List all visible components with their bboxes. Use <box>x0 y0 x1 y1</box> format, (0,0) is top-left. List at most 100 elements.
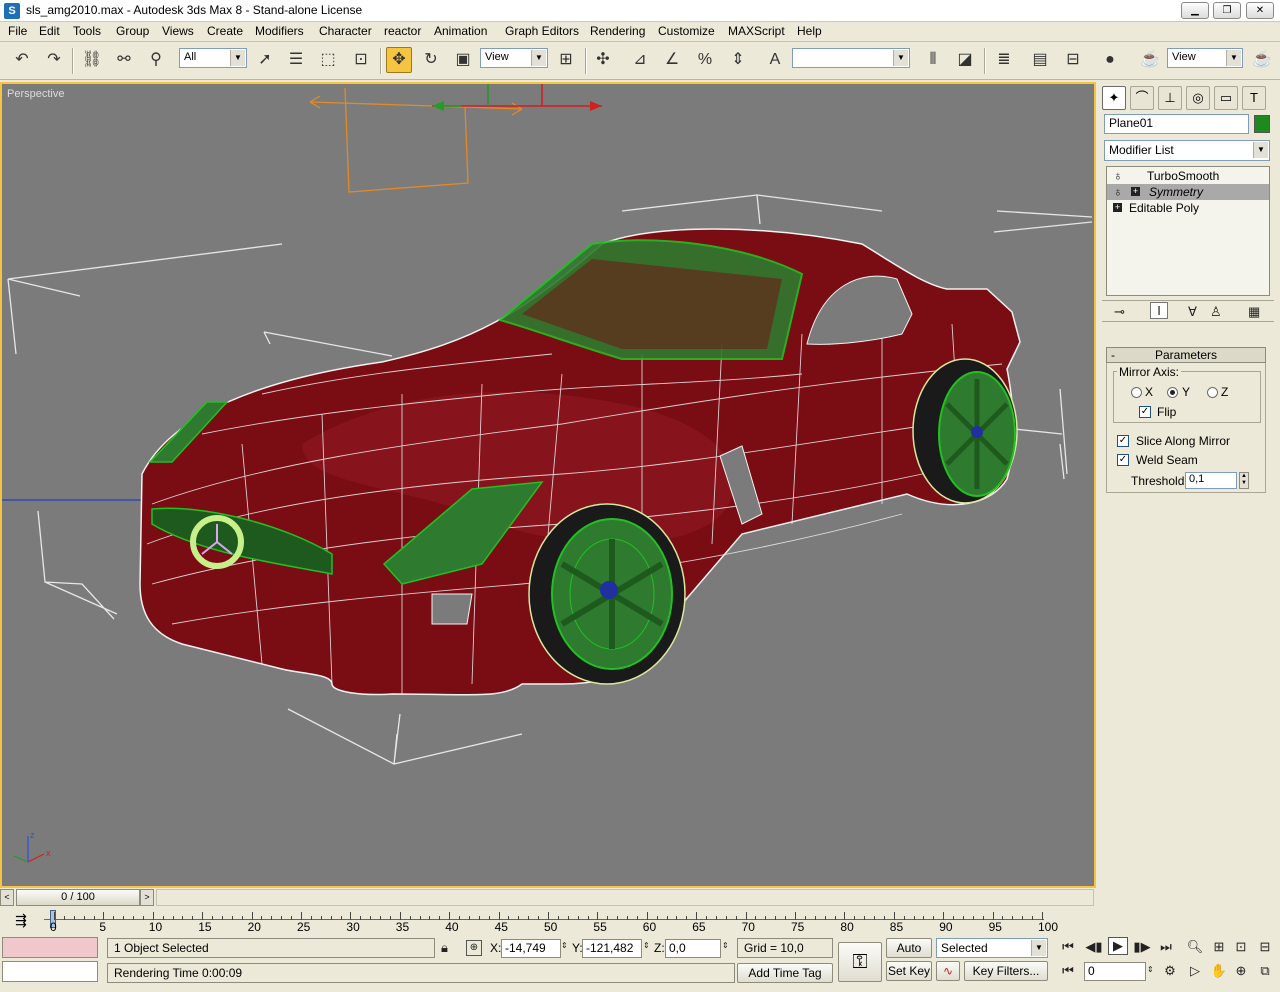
percent-snap-icon[interactable]: % <box>692 47 718 73</box>
key-tangent-icon[interactable]: ∿ <box>936 961 960 981</box>
quick-render-icon[interactable]: ☕ <box>1249 47 1275 73</box>
auto-key-button[interactable]: Auto Key <box>886 938 932 973</box>
time-slider-track[interactable] <box>156 889 1094 906</box>
expand-icon[interactable]: + <box>1113 203 1122 212</box>
z-coordinate-field[interactable]: 0,0 <box>665 939 721 958</box>
absolute-mode-icon[interactable]: ⊕ <box>466 940 482 956</box>
pan-icon[interactable]: ✋ <box>1210 963 1228 979</box>
spinner-snap-icon[interactable]: ⇕ <box>725 47 751 73</box>
next-frame-arrow-icon[interactable]: > <box>140 889 154 906</box>
menu-views[interactable]: Views <box>162 24 194 38</box>
object-color-swatch[interactable] <box>1254 115 1270 133</box>
flip-checkbox[interactable]: ✓ <box>1139 406 1151 418</box>
bulb-icon[interactable]: ♁ <box>1113 184 1123 199</box>
zoom-icon[interactable]: 🔍︎ <box>1186 939 1204 955</box>
menu-create[interactable]: Create <box>207 24 243 38</box>
arc-rotate-icon[interactable]: ⊕ <box>1232 963 1250 979</box>
stack-item-turbosmooth[interactable]: ♁ TurboSmooth <box>1107 168 1269 184</box>
pivot-center-icon[interactable]: ⊞ <box>553 47 579 73</box>
goto-start-icon[interactable]: ⏮ <box>1058 939 1078 955</box>
previous-frame-icon[interactable]: ◀▮ <box>1084 939 1104 955</box>
reference-coordinate-dropdown[interactable]: View ▼ <box>480 48 548 68</box>
threshold-field[interactable]: 0,1 <box>1185 472 1237 489</box>
menu-character[interactable]: Character <box>319 24 372 38</box>
frame-spinner-icon[interactable]: ⇕ <box>1147 965 1154 974</box>
expand-icon[interactable]: + <box>1131 187 1140 196</box>
y-coordinate-field[interactable]: -121,482 <box>582 939 642 958</box>
maxscript-input-mini[interactable] <box>2 961 98 982</box>
undo-icon[interactable]: ↶ <box>9 47 35 73</box>
weld-seam-checkbox[interactable]: ✓ <box>1117 454 1129 466</box>
mirror-icon[interactable]: ⫴ <box>920 47 946 73</box>
slice-along-mirror-checkbox[interactable]: ✓ <box>1117 435 1129 447</box>
display-tab-icon[interactable]: ▭ <box>1214 86 1238 110</box>
x-coordinate-field[interactable]: -14,749 <box>501 939 561 958</box>
material-editor-icon[interactable]: ● <box>1097 47 1123 73</box>
angle-snap-icon[interactable]: ∠ <box>659 47 685 73</box>
select-rotate-icon[interactable]: ↻ <box>418 47 444 73</box>
menu-maxscript[interactable]: MAXScript <box>728 24 785 38</box>
make-unique-icon[interactable]: ∀ <box>1188 304 1197 320</box>
select-by-name-icon[interactable]: ☰ <box>283 47 309 73</box>
stack-item-editable-poly[interactable]: + Editable Poly <box>1107 200 1269 216</box>
select-move-icon[interactable]: ✥ <box>386 47 412 73</box>
threshold-spinner[interactable]: ▲ ▼ <box>1239 472 1249 489</box>
redo-icon[interactable]: ↷ <box>41 47 67 73</box>
menu-edit[interactable]: Edit <box>39 24 60 38</box>
axis-x-radio[interactable] <box>1131 387 1142 398</box>
remove-modifier-icon[interactable]: ♙ <box>1210 304 1222 320</box>
maximize-button[interactable]: ❐ <box>1213 2 1241 19</box>
curve-editor-mini-icon[interactable]: ⇶ <box>10 912 32 930</box>
hierarchy-tab-icon[interactable]: ⊥ <box>1158 86 1182 110</box>
selection-filter-dropdown[interactable]: All ▼ <box>179 48 247 68</box>
window-crossing-icon[interactable]: ⊡ <box>348 47 374 73</box>
align-icon[interactable]: ◪ <box>952 47 978 73</box>
add-time-tag-button[interactable]: Add Time Tag <box>737 963 833 983</box>
modify-tab-icon[interactable]: ⌒ <box>1130 86 1154 110</box>
link-icon[interactable]: ⛓ <box>79 47 105 73</box>
goto-end-icon[interactable]: ⏭ <box>1156 939 1176 955</box>
rectangular-selection-icon[interactable]: ⬚ <box>315 47 341 73</box>
axis-y-radio[interactable] <box>1167 387 1178 398</box>
time-slider-thumb[interactable]: 0 / 100 <box>16 889 140 906</box>
close-button[interactable]: ✕ <box>1246 2 1274 19</box>
render-scene-icon[interactable]: ☕ <box>1137 47 1163 73</box>
schematic-view-icon[interactable]: ⊟ <box>1060 47 1086 73</box>
parameters-rollout-header[interactable]: - Parameters <box>1106 347 1266 363</box>
show-end-result-icon[interactable]: Ι <box>1150 302 1168 319</box>
menu-file[interactable]: File <box>8 24 27 38</box>
axis-z-radio[interactable] <box>1207 387 1218 398</box>
menu-graph-editors[interactable]: Graph Editors <box>505 24 579 38</box>
prev-frame-arrow-icon[interactable]: < <box>0 889 14 906</box>
zoom-extents-icon[interactable]: ⊡ <box>1232 939 1250 955</box>
play-icon[interactable]: ▶ <box>1108 937 1128 955</box>
menu-animation[interactable]: Animation <box>434 24 487 38</box>
maximize-viewport-icon[interactable]: ⧉ <box>1256 963 1274 979</box>
time-configuration-icon[interactable]: ⚙ <box>1160 963 1180 979</box>
named-selection-dropdown[interactable]: ▼ <box>792 48 910 68</box>
motion-tab-icon[interactable]: ◎ <box>1186 86 1210 110</box>
key-mode-toggle-icon[interactable]: ⏮ <box>1058 963 1078 979</box>
bind-space-warp-icon[interactable]: ⚲ <box>143 47 169 73</box>
edit-named-selection-icon[interactable]: A <box>762 47 788 73</box>
y-spinner-icon[interactable]: ⇕ <box>643 941 650 950</box>
menu-rendering[interactable]: Rendering <box>590 24 645 38</box>
key-mode-dropdown[interactable]: Selected ▼ <box>936 938 1048 958</box>
menu-customize[interactable]: Customize <box>658 24 715 38</box>
menu-modifiers[interactable]: Modifiers <box>255 24 304 38</box>
minimize-button[interactable]: ▁ <box>1181 2 1209 19</box>
current-frame-field[interactable]: 0 <box>1084 962 1146 981</box>
z-spinner-icon[interactable]: ⇕ <box>722 941 729 950</box>
layer-manager-icon[interactable]: ≣ <box>991 47 1017 73</box>
modifier-list-dropdown[interactable]: Modifier List ▼ <box>1104 140 1270 161</box>
zoom-extents-all-icon[interactable]: ⊟ <box>1256 939 1274 955</box>
unlink-icon[interactable]: ⚯ <box>111 47 137 73</box>
maxscript-listener-mini[interactable] <box>2 937 98 958</box>
stack-item-symmetry[interactable]: ♁ + Symmetry <box>1107 184 1269 200</box>
lock-icon[interactable]: 🔒︎ <box>441 940 448 956</box>
x-spinner-icon[interactable]: ⇕ <box>561 941 568 950</box>
set-key-button[interactable]: Set Key <box>886 961 932 981</box>
menu-help[interactable]: Help <box>797 24 822 38</box>
track-bar[interactable]: ⇶ 0 5 10 15 20 25 30 35 40 45 50 55 60 65 70 75 80 85 90 95… <box>0 908 1096 936</box>
configure-sets-icon[interactable]: ▦ <box>1248 304 1260 320</box>
